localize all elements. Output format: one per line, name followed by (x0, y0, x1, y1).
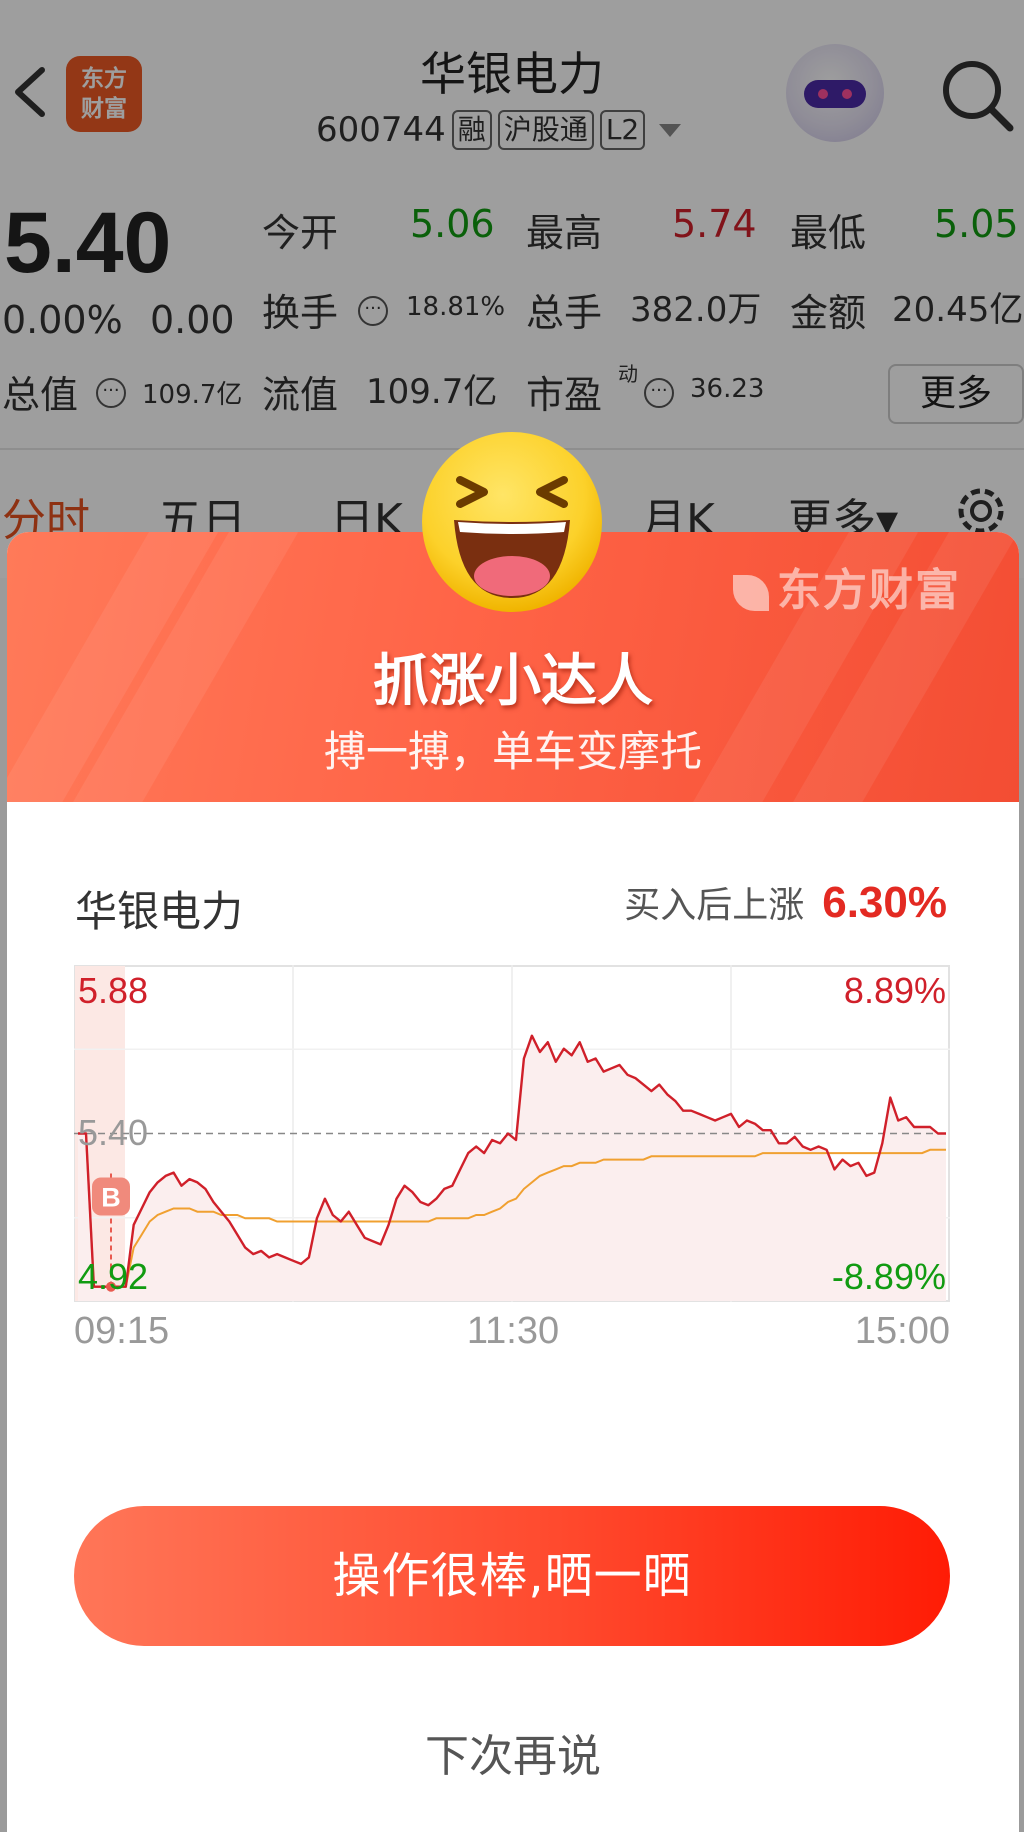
rise-label: 买入后上涨 (624, 885, 805, 926)
x-label-end: 15:00 (854, 1310, 950, 1352)
y-mid-label: 5.40 (78, 1112, 148, 1153)
stock-name: 华银电力 (75, 887, 244, 936)
intraday-chart: B 5.88 5.40 4.92 8.89% -8.89% (74, 965, 950, 1302)
brand-watermark: 东方财富 (733, 554, 961, 618)
buy-marker-label: B (101, 1183, 121, 1213)
pct-low-label: -8.89% (832, 1256, 946, 1297)
laughing-emoji-icon (422, 432, 602, 612)
y-low-label: 4.92 (78, 1256, 148, 1297)
later-button[interactable]: 下次再说 (7, 1720, 1019, 1784)
y-high-label: 5.88 (78, 970, 148, 1011)
share-button[interactable]: 操作很棒,晒一晒 (74, 1506, 950, 1646)
modal-subtitle: 搏一搏，单车变摩托 (323, 727, 702, 776)
rise-value: 6.30% (822, 878, 947, 927)
brand-leaf-icon (733, 575, 769, 611)
pct-high-label: 8.89% (844, 970, 946, 1011)
achievement-modal: 东方财富 抓涨小达人 搏一搏，单车变摩托 华银电力 买入后上涨 6.30% B … (7, 532, 1019, 1832)
modal-title: 抓涨小达人 (373, 649, 653, 714)
rise-summary: 买入后上涨 6.30% (624, 876, 947, 928)
